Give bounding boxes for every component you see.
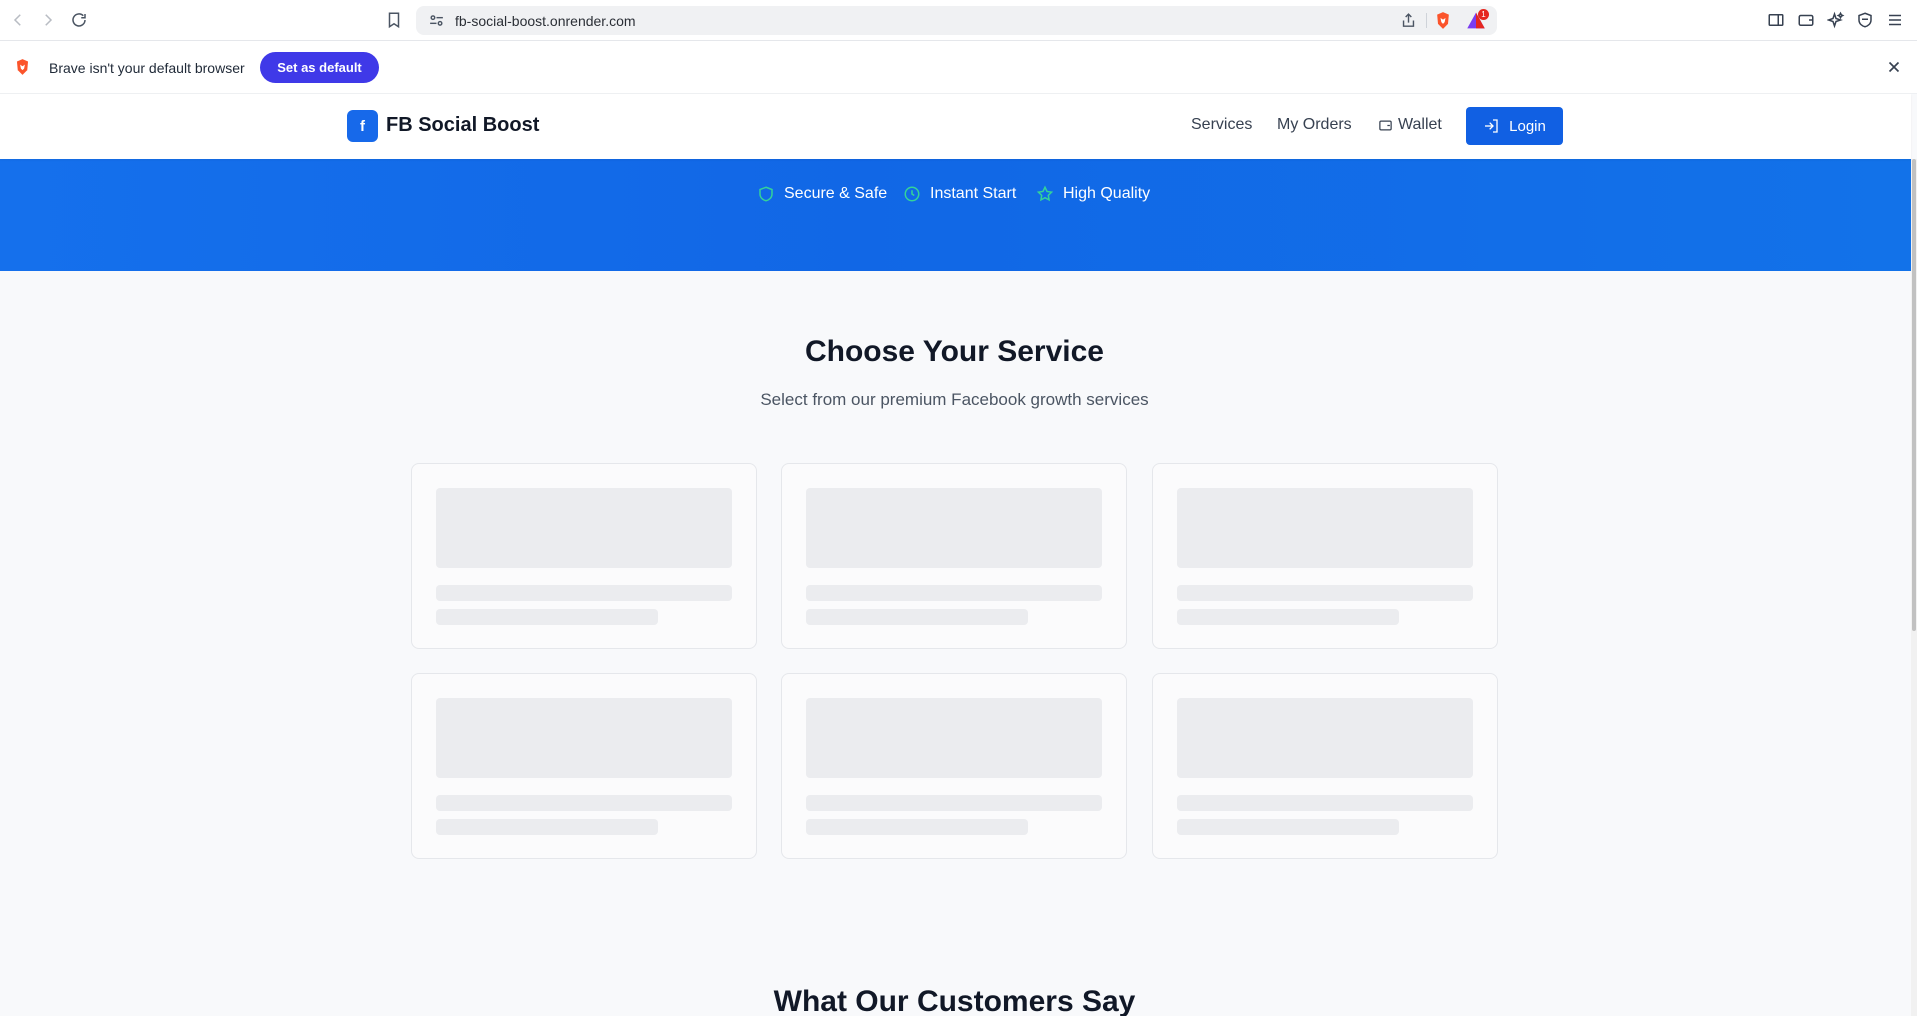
shield-icon: [759, 186, 773, 202]
skeleton-line: [436, 819, 658, 835]
service-card-skeleton: [781, 673, 1127, 859]
feature-label: High Quality: [1063, 185, 1151, 202]
rewards-badge: 1: [1478, 9, 1489, 20]
service-card-skeleton: [411, 463, 757, 649]
feature-label: Secure & Safe: [784, 185, 888, 202]
wallet-icon: [1379, 120, 1392, 130]
menu-icon[interactable]: [1885, 10, 1905, 30]
scrollbar-thumb[interactable]: [1912, 159, 1916, 631]
infobar-message: Brave isn't your default browser: [49, 60, 245, 76]
skeleton-line: [806, 609, 1028, 625]
nav-services[interactable]: Services: [1191, 116, 1252, 134]
nav-my-orders[interactable]: My Orders: [1277, 116, 1352, 134]
skeleton-line: [806, 819, 1028, 835]
skeleton-line: [1177, 609, 1399, 625]
brave-rewards-icon[interactable]: 1: [1465, 9, 1489, 31]
star-icon: [1036, 185, 1054, 202]
nav-wallet-label: Wallet: [1398, 116, 1442, 133]
browser-toolbar: fb-social-boost.onrender.com 1: [0, 0, 1917, 41]
skeleton-line: [1177, 585, 1473, 601]
logo-glyph: f: [360, 117, 365, 135]
service-card-skeleton: [1152, 463, 1498, 649]
section-subtitle: Select from our premium Facebook growth …: [760, 390, 1149, 409]
skeleton-image: [436, 698, 732, 778]
brand-name[interactable]: FB Social Boost: [386, 114, 539, 137]
clock-icon: [904, 186, 920, 202]
back-icon[interactable]: [8, 10, 28, 30]
service-card-skeleton: [1152, 673, 1498, 859]
brave-shields-icon[interactable]: [1433, 10, 1453, 31]
close-icon[interactable]: [1885, 58, 1903, 76]
service-card-skeleton: [411, 673, 757, 859]
skeleton-line: [436, 585, 732, 601]
vpn-shield-icon[interactable]: [1855, 10, 1875, 30]
section-title: Choose Your Service: [804, 335, 1104, 368]
site-header: f FB Social Boost Services My Orders Wal…: [0, 94, 1911, 159]
login-label: Login: [1509, 117, 1546, 135]
site-settings-icon[interactable]: [428, 12, 445, 29]
skeleton-line: [1177, 795, 1473, 811]
feature-secure: Secure & Safe: [757, 185, 887, 203]
sidebar-icon[interactable]: [1766, 10, 1786, 30]
skeleton-line: [1177, 819, 1399, 835]
skeleton-line: [436, 609, 658, 625]
skeleton-image: [1177, 488, 1473, 568]
page-scrollbar[interactable]: [1911, 159, 1917, 1016]
feature-instant: Instant Start: [903, 185, 1016, 203]
login-button[interactable]: Login: [1466, 107, 1563, 145]
set-as-default-button[interactable]: Set as default: [260, 52, 379, 83]
bookmark-icon[interactable]: [384, 10, 404, 30]
url-divider: [1426, 13, 1427, 28]
skeleton-image: [806, 488, 1102, 568]
feature-label: Instant Start: [930, 185, 1017, 202]
url-text[interactable]: fb-social-boost.onrender.com: [455, 13, 636, 29]
facebook-logo-icon[interactable]: f: [347, 110, 378, 142]
hero-banner: Secure & Safe Instant Start High Quality: [0, 159, 1911, 271]
login-icon: [1485, 119, 1498, 133]
skeleton-image: [806, 698, 1102, 778]
default-browser-infobar: Brave isn't your default browser Set as …: [0, 41, 1917, 94]
share-icon[interactable]: [1400, 12, 1417, 29]
nav-wallet[interactable]: Wallet: [1378, 116, 1442, 134]
forward-icon[interactable]: [38, 10, 58, 30]
brave-lion-icon: [13, 57, 32, 77]
wallet-icon[interactable]: [1796, 10, 1816, 30]
address-bar[interactable]: fb-social-boost.onrender.com 1: [416, 6, 1497, 35]
testimonials-title: What Our Customers Say: [773, 985, 1136, 1016]
feature-quality: High Quality: [1036, 185, 1150, 203]
leo-ai-icon[interactable]: [1826, 10, 1846, 30]
reload-icon[interactable]: [69, 10, 89, 30]
skeleton-line: [806, 585, 1102, 601]
skeleton-image: [1177, 698, 1473, 778]
skeleton-line: [806, 795, 1102, 811]
skeleton-line: [436, 795, 732, 811]
service-card-skeleton: [781, 463, 1127, 649]
skeleton-image: [436, 488, 732, 568]
